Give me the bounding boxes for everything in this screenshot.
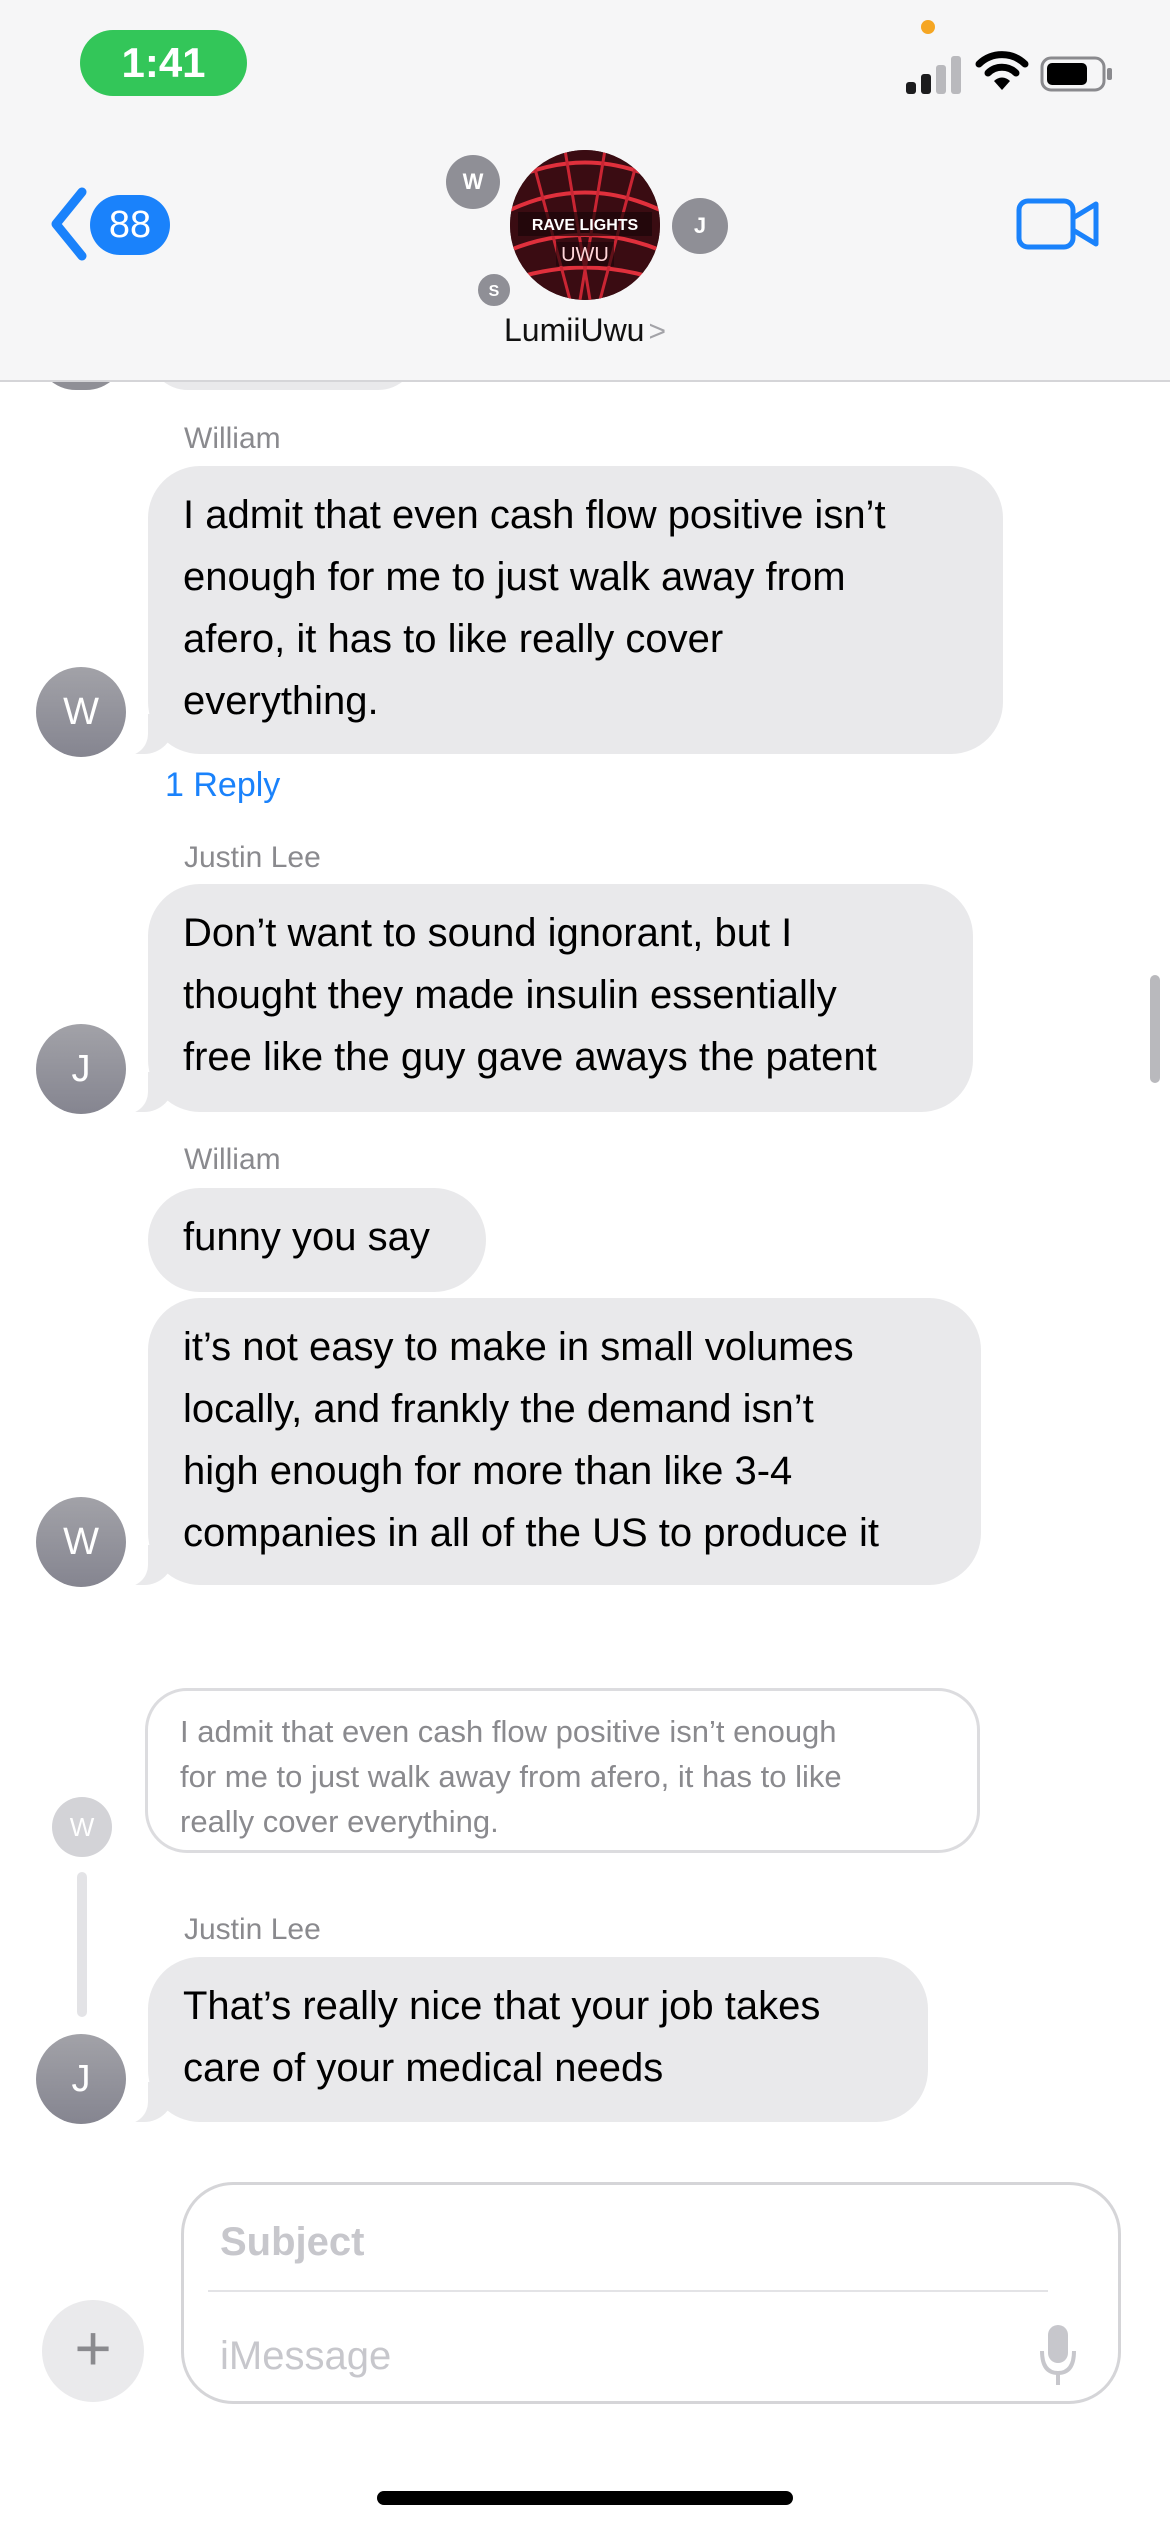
sender-name: Justin Lee: [184, 841, 321, 874]
message-composer: [181, 2182, 1121, 2404]
message-bubble[interactable]: Don’t want to sound ignorant, but I thou…: [122, 884, 973, 1114]
unread-count-badge[interactable]: 88: [90, 195, 170, 255]
message-bubble[interactable]: That’s really nice that your job takes c…: [122, 1957, 928, 2124]
avatar[interactable]: W: [36, 1497, 126, 1587]
battery-icon: [1040, 56, 1112, 92]
cellular-signal-icon: [906, 54, 962, 94]
conversation-header: 1:41 88 W RAVE LIGHTS UWU J S LumiiUwu >: [0, 0, 1170, 382]
privacy-indicator-dot: [921, 20, 935, 34]
composer-divider: [208, 2290, 1048, 2292]
quoted-avatar: W: [52, 1797, 112, 1857]
status-time: 1:41: [80, 30, 247, 96]
microphone-icon[interactable]: [1038, 2323, 1078, 2387]
message-bubble[interactable]: it’s not easy to make in small volumes l…: [122, 1298, 981, 1587]
chevron-left-icon[interactable]: [44, 182, 96, 266]
chevron-right-icon: >: [648, 315, 666, 348]
reply-count-link[interactable]: 1 Reply: [165, 766, 280, 805]
sender-name: Justin Lee: [184, 1913, 321, 1946]
message-bubble[interactable]: I admit that even cash flow positive isn…: [122, 466, 1003, 756]
group-avatar-image: RAVE LIGHTS UWU: [510, 150, 660, 300]
avatar[interactable]: J: [36, 1024, 126, 1114]
participant-avatar-w: W: [446, 155, 500, 209]
avatar[interactable]: W: [36, 667, 126, 757]
avatar[interactable]: J: [36, 2034, 126, 2124]
participant-avatar-s: S: [476, 272, 512, 308]
quoted-message-bubble[interactable]: I admit that even cash flow positive isn…: [145, 1688, 980, 1853]
group-avatar-line2: UWU: [561, 244, 609, 266]
group-avatar[interactable]: RAVE LIGHTS UWU: [510, 150, 660, 300]
sender-name: William: [184, 422, 281, 455]
group-name-label: LumiiUwu: [503, 312, 645, 348]
message-bubble[interactable]: funny you say: [148, 1188, 486, 1292]
group-avatar-line1: RAVE LIGHTS: [532, 217, 639, 234]
wifi-icon: [975, 51, 1029, 90]
scrollbar[interactable]: [1150, 975, 1160, 1083]
imessage-screen: 1:41 88 W RAVE LIGHTS UWU J S LumiiUwu >…: [0, 0, 1170, 2532]
subject-field[interactable]: [220, 2207, 1070, 2277]
video-camera-icon[interactable]: [1016, 196, 1100, 252]
home-indicator[interactable]: [377, 2491, 793, 2505]
plus-icon[interactable]: +: [42, 2300, 144, 2402]
thread-connector-line: [77, 1872, 87, 2017]
group-name[interactable]: LumiiUwu >: [440, 312, 730, 349]
sender-name: William: [184, 1143, 281, 1176]
imessage-input[interactable]: [220, 2321, 1000, 2391]
participant-avatar-j: J: [672, 198, 728, 254]
